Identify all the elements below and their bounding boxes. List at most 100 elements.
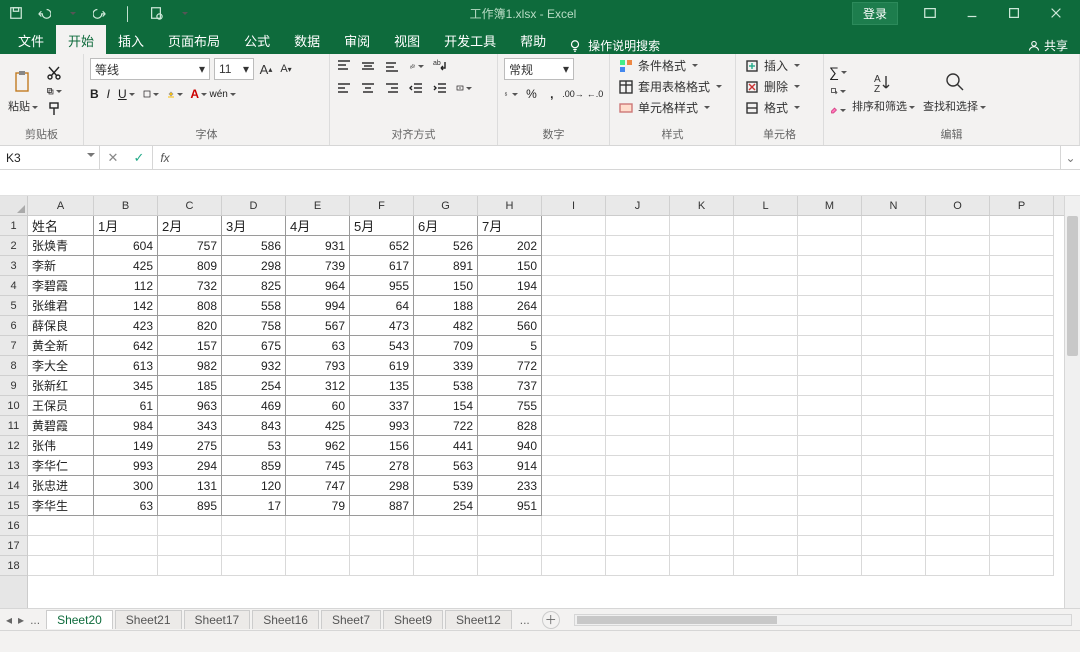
cell[interactable] xyxy=(798,536,862,556)
cell[interactable]: 982 xyxy=(158,356,222,376)
cell-styles-button[interactable]: 单元格样式 xyxy=(616,98,712,117)
row-header[interactable]: 12 xyxy=(0,436,27,456)
cell[interactable]: 739 xyxy=(286,256,350,276)
cell[interactable]: 825 xyxy=(222,276,286,296)
cell[interactable] xyxy=(734,376,798,396)
cell[interactable] xyxy=(734,216,798,236)
cell[interactable]: 887 xyxy=(350,496,414,516)
cell[interactable] xyxy=(862,396,926,416)
fill-icon[interactable] xyxy=(830,83,846,99)
cell[interactable] xyxy=(990,216,1054,236)
cell[interactable] xyxy=(990,356,1054,376)
cell[interactable] xyxy=(350,536,414,556)
cell[interactable]: 423 xyxy=(94,316,158,336)
copy-icon[interactable] xyxy=(46,83,62,99)
cell[interactable] xyxy=(542,256,606,276)
find-select-button[interactable]: 查找和选择 xyxy=(921,66,988,116)
cell[interactable] xyxy=(990,516,1054,536)
align-left-icon[interactable] xyxy=(336,80,352,96)
cell[interactable] xyxy=(542,276,606,296)
cell[interactable] xyxy=(862,356,926,376)
cell[interactable]: 149 xyxy=(94,436,158,456)
cell[interactable] xyxy=(606,436,670,456)
cell[interactable] xyxy=(158,516,222,536)
cell[interactable]: 617 xyxy=(350,256,414,276)
cell[interactable] xyxy=(798,216,862,236)
tab-home[interactable]: 开始 xyxy=(56,25,106,54)
cell[interactable]: 张新红 xyxy=(28,376,94,396)
format-cells-button[interactable]: 格式 xyxy=(742,98,802,117)
cell[interactable] xyxy=(734,436,798,456)
cell[interactable] xyxy=(670,436,734,456)
cell[interactable] xyxy=(542,236,606,256)
close-icon[interactable] xyxy=(1036,1,1076,25)
cell[interactable] xyxy=(414,516,478,536)
decrease-font-icon[interactable]: A▾ xyxy=(278,61,294,77)
undo-dropdown[interactable] xyxy=(62,3,82,23)
cell[interactable] xyxy=(862,456,926,476)
sheet-tab[interactable]: Sheet21 xyxy=(115,610,182,629)
row-header[interactable]: 9 xyxy=(0,376,27,396)
row-header[interactable]: 16 xyxy=(0,516,27,536)
cell[interactable] xyxy=(606,216,670,236)
cell[interactable] xyxy=(798,296,862,316)
cell[interactable]: 843 xyxy=(222,416,286,436)
cell[interactable] xyxy=(990,536,1054,556)
save-icon[interactable] xyxy=(6,3,26,23)
cell[interactable]: 135 xyxy=(350,376,414,396)
cell[interactable] xyxy=(862,476,926,496)
cell[interactable]: 652 xyxy=(350,236,414,256)
cell[interactable] xyxy=(798,376,862,396)
cell[interactable]: 294 xyxy=(158,456,222,476)
new-sheet-button[interactable]: ＋ xyxy=(542,611,560,629)
cell[interactable]: 233 xyxy=(478,476,542,496)
cell[interactable] xyxy=(734,236,798,256)
sheet-tab[interactable]: Sheet12 xyxy=(445,610,512,629)
tab-data[interactable]: 数据 xyxy=(282,25,332,54)
cell[interactable] xyxy=(670,236,734,256)
tab-view[interactable]: 视图 xyxy=(382,25,432,54)
cell[interactable]: 891 xyxy=(414,256,478,276)
cell[interactable] xyxy=(990,436,1054,456)
cell[interactable] xyxy=(862,556,926,576)
fx-icon[interactable]: fx xyxy=(153,146,177,169)
cell[interactable] xyxy=(222,536,286,556)
phonetic-icon[interactable]: wén xyxy=(215,86,231,102)
cell[interactable] xyxy=(926,296,990,316)
cell[interactable] xyxy=(862,276,926,296)
row-header[interactable]: 17 xyxy=(0,536,27,556)
cell[interactable]: 543 xyxy=(350,336,414,356)
vertical-scrollbar[interactable] xyxy=(1064,196,1080,608)
cell[interactable] xyxy=(670,536,734,556)
cell[interactable] xyxy=(798,456,862,476)
cell[interactable]: 张伟 xyxy=(28,436,94,456)
cell[interactable] xyxy=(158,556,222,576)
cell[interactable]: 李碧霞 xyxy=(28,276,94,296)
column-header[interactable]: H xyxy=(478,196,542,215)
cell[interactable]: 1月 xyxy=(94,216,158,236)
cell[interactable]: 254 xyxy=(222,376,286,396)
enter-formula-icon[interactable]: ✓ xyxy=(126,150,152,166)
cell[interactable] xyxy=(350,516,414,536)
ribbon-display-icon[interactable] xyxy=(910,1,950,25)
formula-input[interactable] xyxy=(177,146,1060,169)
maximize-icon[interactable] xyxy=(994,1,1034,25)
sheet-nav-next-icon[interactable]: ▸ xyxy=(18,613,24,627)
cell[interactable]: 757 xyxy=(158,236,222,256)
cell[interactable]: 737 xyxy=(478,376,542,396)
cell[interactable]: 337 xyxy=(350,396,414,416)
tab-page-layout[interactable]: 页面布局 xyxy=(156,25,232,54)
percent-icon[interactable]: % xyxy=(524,86,538,102)
cell[interactable] xyxy=(798,276,862,296)
column-header[interactable]: A xyxy=(28,196,94,215)
cell[interactable] xyxy=(862,316,926,336)
cell[interactable] xyxy=(798,496,862,516)
horizontal-scrollbar[interactable] xyxy=(574,614,1072,626)
cell[interactable]: 755 xyxy=(478,396,542,416)
cell[interactable] xyxy=(542,536,606,556)
cell[interactable]: 951 xyxy=(478,496,542,516)
cell[interactable] xyxy=(862,216,926,236)
cell[interactable] xyxy=(798,236,862,256)
cell[interactable] xyxy=(926,396,990,416)
cell[interactable]: 2月 xyxy=(158,216,222,236)
